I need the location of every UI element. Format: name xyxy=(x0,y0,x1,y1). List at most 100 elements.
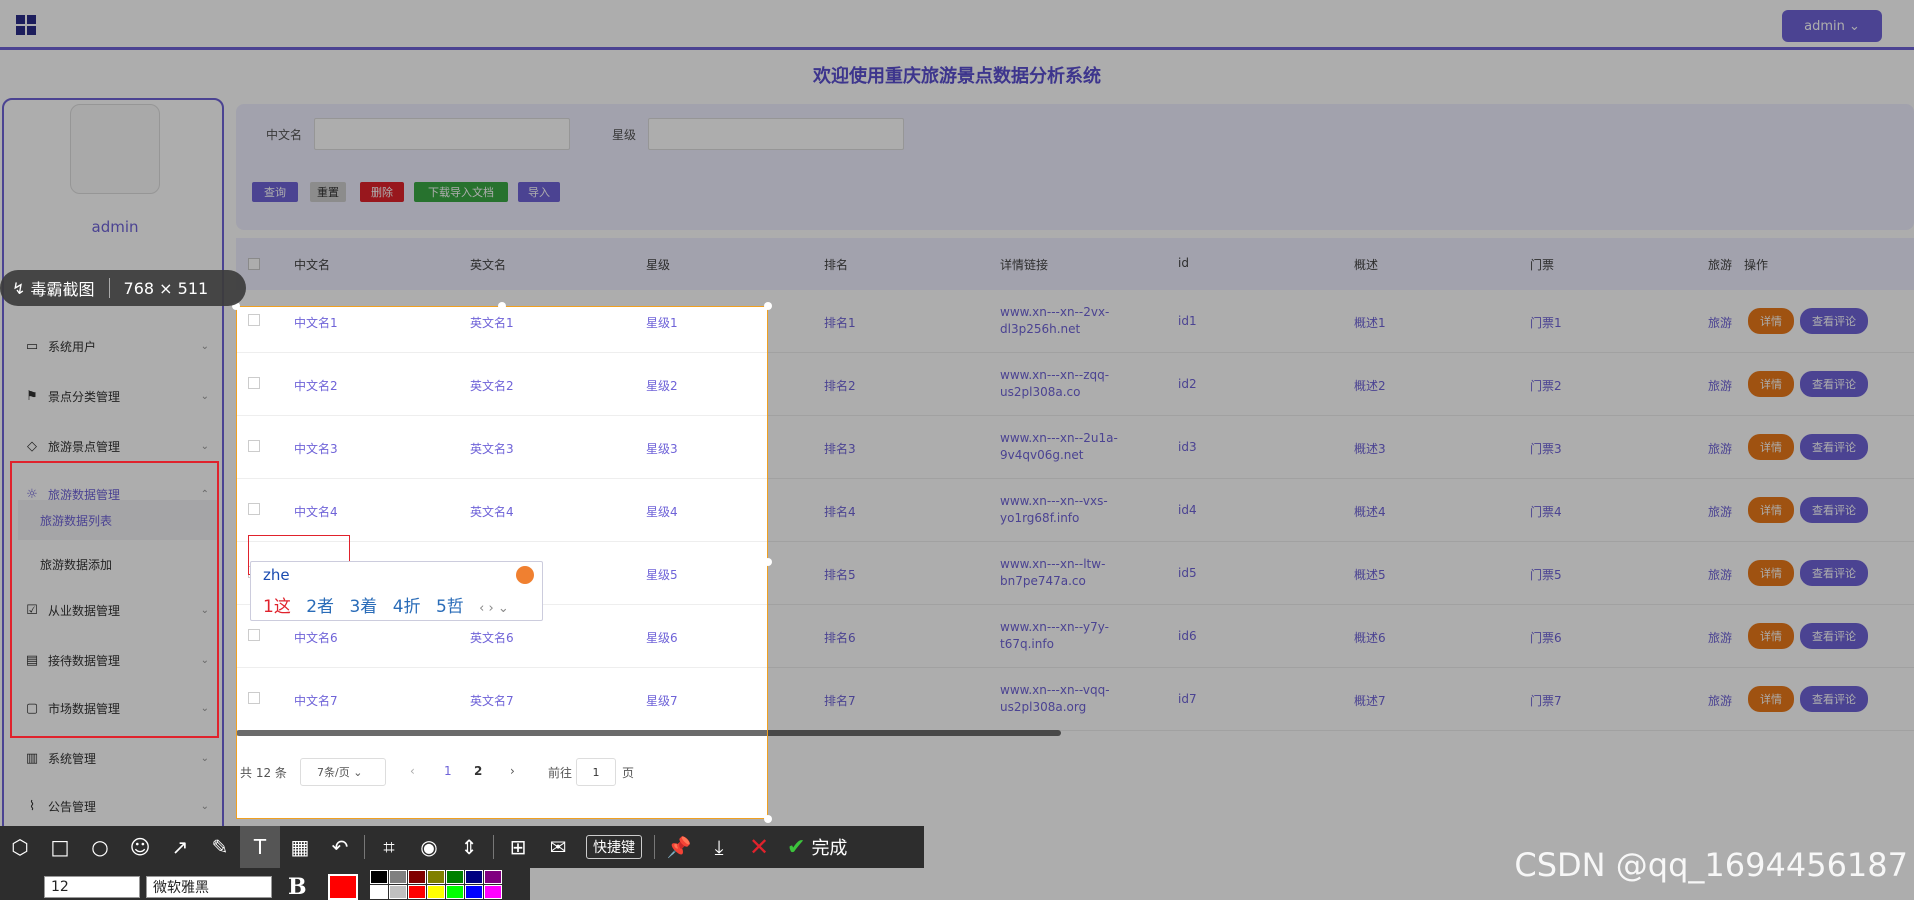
cell-link[interactable]: www.xn---xn--vxs-yo1rg68f.info xyxy=(1000,493,1160,527)
select-all-checkbox[interactable] xyxy=(248,258,260,270)
detail-button[interactable]: 详情 xyxy=(1748,623,1794,649)
detail-button[interactable]: 详情 xyxy=(1748,686,1794,712)
ime-candidate[interactable]: 2者 xyxy=(306,597,334,617)
row-checkbox[interactable] xyxy=(248,314,260,326)
long-capture-icon[interactable]: ⇕ xyxy=(449,826,489,868)
done-button[interactable]: ✔ 完成 xyxy=(787,834,847,860)
color-swatch[interactable] xyxy=(465,885,483,899)
color-swatch[interactable] xyxy=(408,885,426,899)
cell-id: id5 xyxy=(1178,566,1197,580)
ime-nav-icon[interactable]: ‹ › ⌄ xyxy=(479,601,509,616)
color-swatch[interactable] xyxy=(370,870,388,884)
font-size-select[interactable]: 12 xyxy=(44,876,140,898)
tag-icon: ◇ xyxy=(27,438,37,454)
color-swatch[interactable] xyxy=(484,870,502,884)
color-swatch[interactable] xyxy=(484,885,502,899)
cell-link[interactable]: www.xn---xn--2u1a-9v4qv06g.net xyxy=(1000,430,1160,464)
mosaic-tool-icon[interactable]: ▦ xyxy=(280,826,320,868)
ime-candidate[interactable]: 3着 xyxy=(349,597,377,617)
detail-button[interactable]: 详情 xyxy=(1748,308,1794,334)
page-1-button[interactable]: 1 xyxy=(444,764,452,778)
ime-candidate[interactable]: 4折 xyxy=(393,597,421,617)
record-icon[interactable]: ◉ xyxy=(409,826,449,868)
rectangle-tool-icon[interactable]: □ xyxy=(40,826,80,868)
name-search-input[interactable] xyxy=(314,118,570,150)
color-swatch[interactable] xyxy=(446,870,464,884)
color-swatch[interactable] xyxy=(446,885,464,899)
detail-button[interactable]: 详情 xyxy=(1748,497,1794,523)
add-image-icon[interactable]: ⊞ xyxy=(498,826,538,868)
bold-toggle[interactable]: B xyxy=(288,874,307,900)
sidebar-item-system[interactable]: ▥ 系统管理 ⌄ xyxy=(24,738,209,778)
query-button[interactable]: 查询 xyxy=(252,182,298,202)
color-swatch[interactable] xyxy=(465,870,483,884)
page-size-select[interactable]: 7条/页 ⌄ xyxy=(300,758,386,786)
color-swatch[interactable] xyxy=(427,885,445,899)
cell-link[interactable]: www.xn---xn--2vx-dl3p256h.net xyxy=(1000,304,1160,338)
current-color-swatch[interactable] xyxy=(328,874,358,900)
view-comments-button[interactable]: 查看评论 xyxy=(1800,308,1868,334)
cell-desc: 概述3 xyxy=(1354,442,1386,456)
row-checkbox[interactable] xyxy=(248,503,260,515)
ime-candidate[interactable]: 1这 xyxy=(263,597,291,617)
comment-icon[interactable]: ✉ xyxy=(538,826,578,868)
selection-handle[interactable] xyxy=(498,302,506,310)
view-comments-button[interactable]: 查看评论 xyxy=(1800,560,1868,586)
view-comments-button[interactable]: 查看评论 xyxy=(1800,497,1868,523)
delete-button[interactable]: 删除 xyxy=(360,182,404,202)
font-family-select[interactable]: 微软雅黑 xyxy=(146,876,272,898)
level-search-input[interactable] xyxy=(648,118,904,150)
view-comments-button[interactable]: 查看评论 xyxy=(1800,371,1868,397)
cell-link[interactable]: www.xn---xn--y7y-t67q.info xyxy=(1000,619,1160,653)
detail-button[interactable]: 详情 xyxy=(1748,560,1794,586)
sidebar-item-notice[interactable]: ⌇ 公告管理 ⌄ xyxy=(24,786,209,826)
next-page-button[interactable]: › xyxy=(510,764,515,778)
reset-button[interactable]: 重置 xyxy=(310,182,346,202)
cell-name: 中文名4 xyxy=(294,505,338,519)
row-checkbox[interactable] xyxy=(248,692,260,704)
ime-candidate[interactable]: 5哲 xyxy=(436,597,464,617)
goto-page-input[interactable]: 1 xyxy=(576,758,616,786)
sidebar-item-category[interactable]: ⚑ 景点分类管理 ⌄ xyxy=(24,376,209,416)
menu-grid-icon[interactable] xyxy=(16,15,36,35)
arrow-tool-icon[interactable]: ↗ xyxy=(160,826,200,868)
ellipse-tool-icon[interactable]: ○ xyxy=(80,826,120,868)
row-checkbox[interactable] xyxy=(248,377,260,389)
row-checkbox[interactable] xyxy=(248,440,260,452)
pin-icon[interactable]: 📌 xyxy=(659,826,699,868)
color-swatch[interactable] xyxy=(389,885,407,899)
detail-button[interactable]: 详情 xyxy=(1748,371,1794,397)
download-template-button[interactable]: 下载导入文档 xyxy=(414,182,508,202)
text-tool-icon[interactable]: T xyxy=(240,826,280,868)
cancel-icon[interactable]: ✕ xyxy=(739,826,779,868)
user-menu-button[interactable]: admin ⌄ xyxy=(1782,10,1882,42)
selection-handle[interactable] xyxy=(764,815,772,823)
view-comments-button[interactable]: 查看评论 xyxy=(1800,623,1868,649)
marker-tool-icon[interactable]: ✎ xyxy=(200,826,240,868)
ocr-icon[interactable]: ⌗ xyxy=(369,826,409,868)
horizontal-scrollbar[interactable] xyxy=(236,730,1061,736)
view-comments-button[interactable]: 查看评论 xyxy=(1800,434,1868,460)
cell-link[interactable]: www.xn---xn--vqq-us2pl308a.org xyxy=(1000,682,1160,716)
cell-link[interactable]: www.xn---xn--ltw-bn7pe747a.co xyxy=(1000,556,1160,590)
color-swatch[interactable] xyxy=(389,870,407,884)
download-icon[interactable]: ⤓ xyxy=(699,826,739,868)
shape-tool-icon[interactable]: ⬡ xyxy=(0,826,40,868)
sidebar-item-spots[interactable]: ◇ 旅游景点管理 ⌄ xyxy=(24,426,209,466)
row-checkbox[interactable] xyxy=(248,629,260,641)
cell-link[interactable]: www.xn---xn--zqq-us2pl308a.co xyxy=(1000,367,1160,401)
page-2-button[interactable]: 2 xyxy=(474,764,482,778)
detail-button[interactable]: 详情 xyxy=(1748,434,1794,460)
sidebar-item-system-users[interactable]: ▭ 系统用户 ⌄ xyxy=(24,326,209,366)
view-comments-button[interactable]: 查看评论 xyxy=(1800,686,1868,712)
import-button[interactable]: 导入 xyxy=(518,182,560,202)
prev-page-button[interactable]: ‹ xyxy=(410,764,415,778)
selection-handle[interactable] xyxy=(764,558,772,566)
shortcut-button[interactable]: 快捷键 xyxy=(586,835,642,859)
undo-icon[interactable]: ↶ xyxy=(320,826,360,868)
color-swatch[interactable] xyxy=(370,885,388,899)
selection-handle[interactable] xyxy=(764,302,772,310)
emoji-tool-icon[interactable]: ☺ xyxy=(120,826,160,868)
color-swatch[interactable] xyxy=(427,870,445,884)
color-swatch[interactable] xyxy=(408,870,426,884)
